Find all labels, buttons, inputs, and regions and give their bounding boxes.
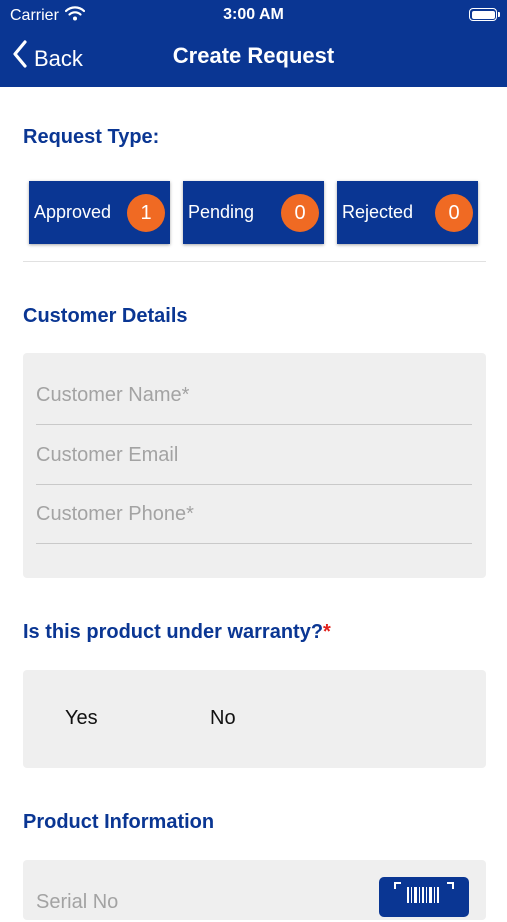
page-title: Create Request	[172, 43, 335, 68]
customer-details-heading: Customer Details	[23, 305, 188, 327]
warranty-question-text: Is this product under warranty?	[23, 621, 324, 643]
request-type-heading: Request Type:	[23, 126, 160, 148]
navigation-bar: Back Create Request	[0, 30, 507, 87]
app-header: Carrier 3:00 AM Back Create Request	[0, 0, 507, 87]
serial-number-field	[36, 882, 376, 922]
request-type-buttons: Approved 1 Pending 0 Rejected 0	[29, 181, 480, 244]
battery-icon	[469, 8, 500, 21]
section-divider	[23, 261, 486, 262]
required-marker: *	[323, 621, 331, 643]
serial-number-input[interactable]	[36, 882, 376, 922]
approved-button[interactable]: Approved 1	[29, 181, 170, 244]
product-information-panel	[23, 860, 486, 922]
customer-email-field	[36, 426, 472, 485]
warranty-options-panel: Yes No	[23, 670, 486, 768]
scan-barcode-button[interactable]	[379, 877, 469, 917]
barcode-icon	[393, 877, 455, 908]
approved-label: Approved	[34, 202, 112, 222]
customer-phone-input[interactable]	[36, 485, 472, 543]
warranty-question: Is this product under warranty?*	[23, 621, 331, 644]
product-information-heading: Product Information	[23, 811, 215, 833]
customer-details-panel	[23, 353, 486, 578]
warranty-option-yes[interactable]: Yes	[65, 707, 98, 730]
approved-count-badge: 1	[127, 194, 165, 232]
rejected-button[interactable]: Rejected 0	[337, 181, 478, 244]
status-bar: Carrier 3:00 AM	[0, 0, 507, 30]
rejected-label: Rejected	[342, 202, 414, 222]
pending-button[interactable]: Pending 0	[183, 181, 324, 244]
customer-name-input[interactable]	[36, 366, 472, 424]
status-time: 3:00 AM	[223, 6, 284, 23]
customer-name-field	[36, 366, 472, 425]
pending-count-badge: 0	[281, 194, 319, 232]
customer-email-input[interactable]	[36, 426, 472, 484]
warranty-option-no[interactable]: No	[210, 707, 236, 730]
customer-phone-field	[36, 485, 472, 544]
rejected-count-badge: 0	[435, 194, 473, 232]
pending-label: Pending	[188, 202, 255, 222]
